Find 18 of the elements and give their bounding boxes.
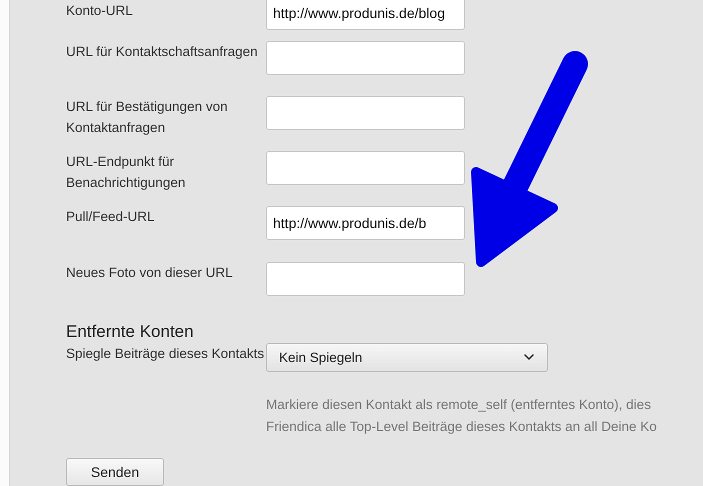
field-label: URL-Endpunkt für Benachrichtigungen — [66, 153, 186, 192]
help-text: Friendica alle Top-Level Beiträge dieses Kontakts an all Deine Ko — [266, 418, 658, 436]
url-field[interactable] — [266, 151, 465, 186]
section-heading: Entfernte Konten — [66, 320, 195, 343]
field-label: Pull/Feed-URL — [66, 208, 156, 226]
url-field[interactable]: http://www.produnis.de/blog — [266, 0, 465, 30]
field-label: Neues Foto von dieser URL — [66, 264, 234, 282]
url-field[interactable]: http://www.produnis.de/b — [266, 206, 465, 240]
field-label: URL für Bestätigungen von Kontaktanfragen — [66, 98, 229, 137]
field-label: URL für Kontaktschaftsanfragen — [66, 42, 259, 61]
submit-button[interactable]: Senden — [66, 458, 164, 486]
url-field[interactable] — [266, 40, 465, 75]
field-label: Spiegle Beiträge dieses Kontakts — [66, 344, 266, 363]
url-field[interactable] — [266, 96, 465, 130]
url-field[interactable] — [266, 262, 465, 296]
field-label: Konto-URL — [66, 2, 134, 20]
mirror-select[interactable]: Kein Spiegeln — [266, 342, 548, 372]
help-text: Markiere diesen Kontakt als remote_self (entferntes Konto), dies — [266, 396, 652, 414]
